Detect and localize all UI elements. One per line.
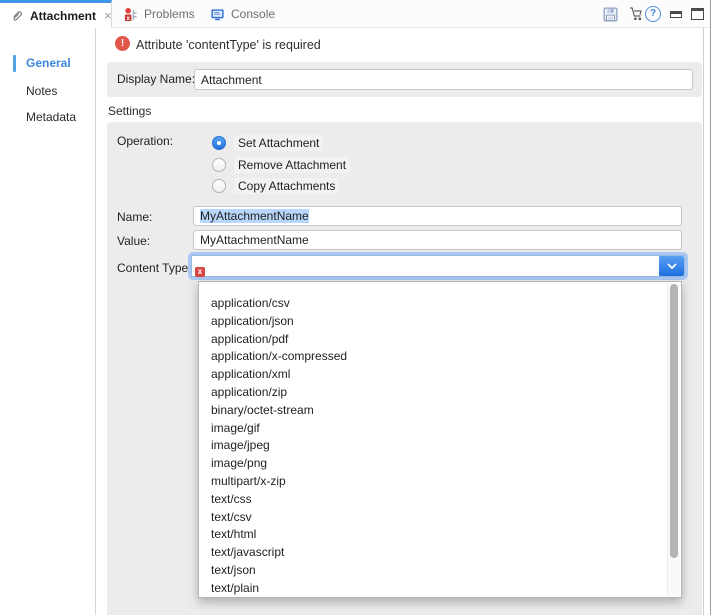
display-name-input[interactable] <box>194 69 693 90</box>
tab-attachment[interactable]: Attachment × <box>0 0 112 28</box>
paperclip-icon <box>10 9 24 23</box>
dropdown-option[interactable]: text/json <box>199 562 681 580</box>
selected-text: MyAttachmentName <box>200 209 309 223</box>
tab-problems[interactable]: x Problems <box>113 0 205 28</box>
tab-console[interactable]: Console <box>200 0 285 28</box>
sidebar-item-general-label: General <box>26 56 71 70</box>
save-icon[interactable] <box>602 6 619 23</box>
dropdown-option[interactable]: application/csv <box>199 295 681 313</box>
radio-remove-attachment[interactable]: Remove Attachment <box>212 157 350 173</box>
radio-set-attachment-label: Set Attachment <box>234 135 323 151</box>
dropdown-option[interactable]: image/gif <box>199 420 681 438</box>
dropdown-option[interactable]: text/plain <box>199 580 681 598</box>
tab-bar: Attachment × x Problems <box>0 0 711 28</box>
dropdown-option[interactable]: text/html <box>199 526 681 544</box>
radio-button-icon[interactable] <box>212 158 226 172</box>
maximize-icon[interactable] <box>691 8 704 20</box>
error-icon: ! <box>115 36 130 51</box>
sidebar-item-general[interactable]: General <box>0 54 96 73</box>
sidebar: General Notes Metadata <box>0 28 96 615</box>
sidebar-item-notes[interactable]: Notes <box>0 82 96 101</box>
content-type-label: Content Type: <box>117 261 192 275</box>
error-banner-text: Attribute 'contentType' is required <box>136 38 321 52</box>
dropdown-option[interactable]: application/xml <box>199 366 681 384</box>
dropdown-option[interactable]: application/x-compressed <box>199 348 681 366</box>
content-type-combobox[interactable] <box>188 252 688 280</box>
radio-copy-attachments[interactable]: Copy Attachments <box>212 178 339 194</box>
tab-attachment-label: Attachment <box>30 9 96 23</box>
name-input[interactable]: MyAttachmentName <box>193 206 682 226</box>
dropdown-option[interactable]: text/css <box>199 491 681 509</box>
dropdown-option[interactable]: text/javascript <box>199 544 681 562</box>
dropdown-option[interactable]: application/zip <box>199 384 681 402</box>
dropdown-option[interactable]: binary/octet-stream <box>199 402 681 420</box>
radio-set-attachment[interactable]: Set Attachment <box>212 135 323 151</box>
dropdown-option[interactable]: image/jpeg <box>199 437 681 455</box>
combobox-dropdown-button[interactable] <box>659 256 684 276</box>
value-label: Value: <box>117 234 150 248</box>
tab-console-label: Console <box>231 7 275 21</box>
dropdown-option[interactable]: application/pdf <box>199 331 681 349</box>
dropdown-scrollbar[interactable] <box>667 283 680 596</box>
content-type-combobox-field[interactable] <box>191 255 685 277</box>
sidebar-item-notes-label: Notes <box>26 84 57 98</box>
field-error-icon: x <box>195 267 205 277</box>
operation-label: Operation: <box>117 134 173 148</box>
tab-problems-label: Problems <box>144 7 195 21</box>
sidebar-item-metadata[interactable]: Metadata <box>0 108 96 127</box>
main-panel: ! Attribute 'contentType' is required Di… <box>96 28 704 615</box>
active-indicator-bar <box>13 55 16 72</box>
cart-icon[interactable] <box>626 5 644 23</box>
close-icon[interactable]: × <box>104 8 112 23</box>
dropdown-option[interactable]: image/png <box>199 455 681 473</box>
problems-icon: x <box>123 7 138 22</box>
content-type-dropdown-list: application/csv application/json applica… <box>198 281 682 598</box>
value-input[interactable] <box>193 230 682 250</box>
help-icon[interactable]: ? <box>645 6 661 22</box>
radio-copy-attachments-label: Copy Attachments <box>234 178 339 194</box>
radio-remove-attachment-label: Remove Attachment <box>234 157 350 173</box>
dropdown-option[interactable]: multipart/x-zip <box>199 473 681 491</box>
error-banner: ! Attribute 'contentType' is required <box>96 28 703 58</box>
dropdown-option[interactable]: text/csv <box>199 509 681 527</box>
radio-button-icon[interactable] <box>212 136 226 150</box>
display-name-group: Display Name: <box>107 62 702 97</box>
minimize-icon[interactable] <box>670 11 682 18</box>
sidebar-item-metadata-label: Metadata <box>26 110 76 124</box>
chevron-down-icon <box>667 263 677 270</box>
dropdown-option[interactable]: application/json <box>199 313 681 331</box>
attachment-editor-window: Attachment × x Problems <box>0 0 711 615</box>
name-label: Name: <box>117 210 152 224</box>
radio-button-icon[interactable] <box>212 179 226 193</box>
settings-header: Settings <box>108 104 151 118</box>
display-name-label: Display Name: <box>117 72 195 86</box>
console-icon <box>210 7 225 22</box>
scrollbar-thumb[interactable] <box>670 284 678 558</box>
